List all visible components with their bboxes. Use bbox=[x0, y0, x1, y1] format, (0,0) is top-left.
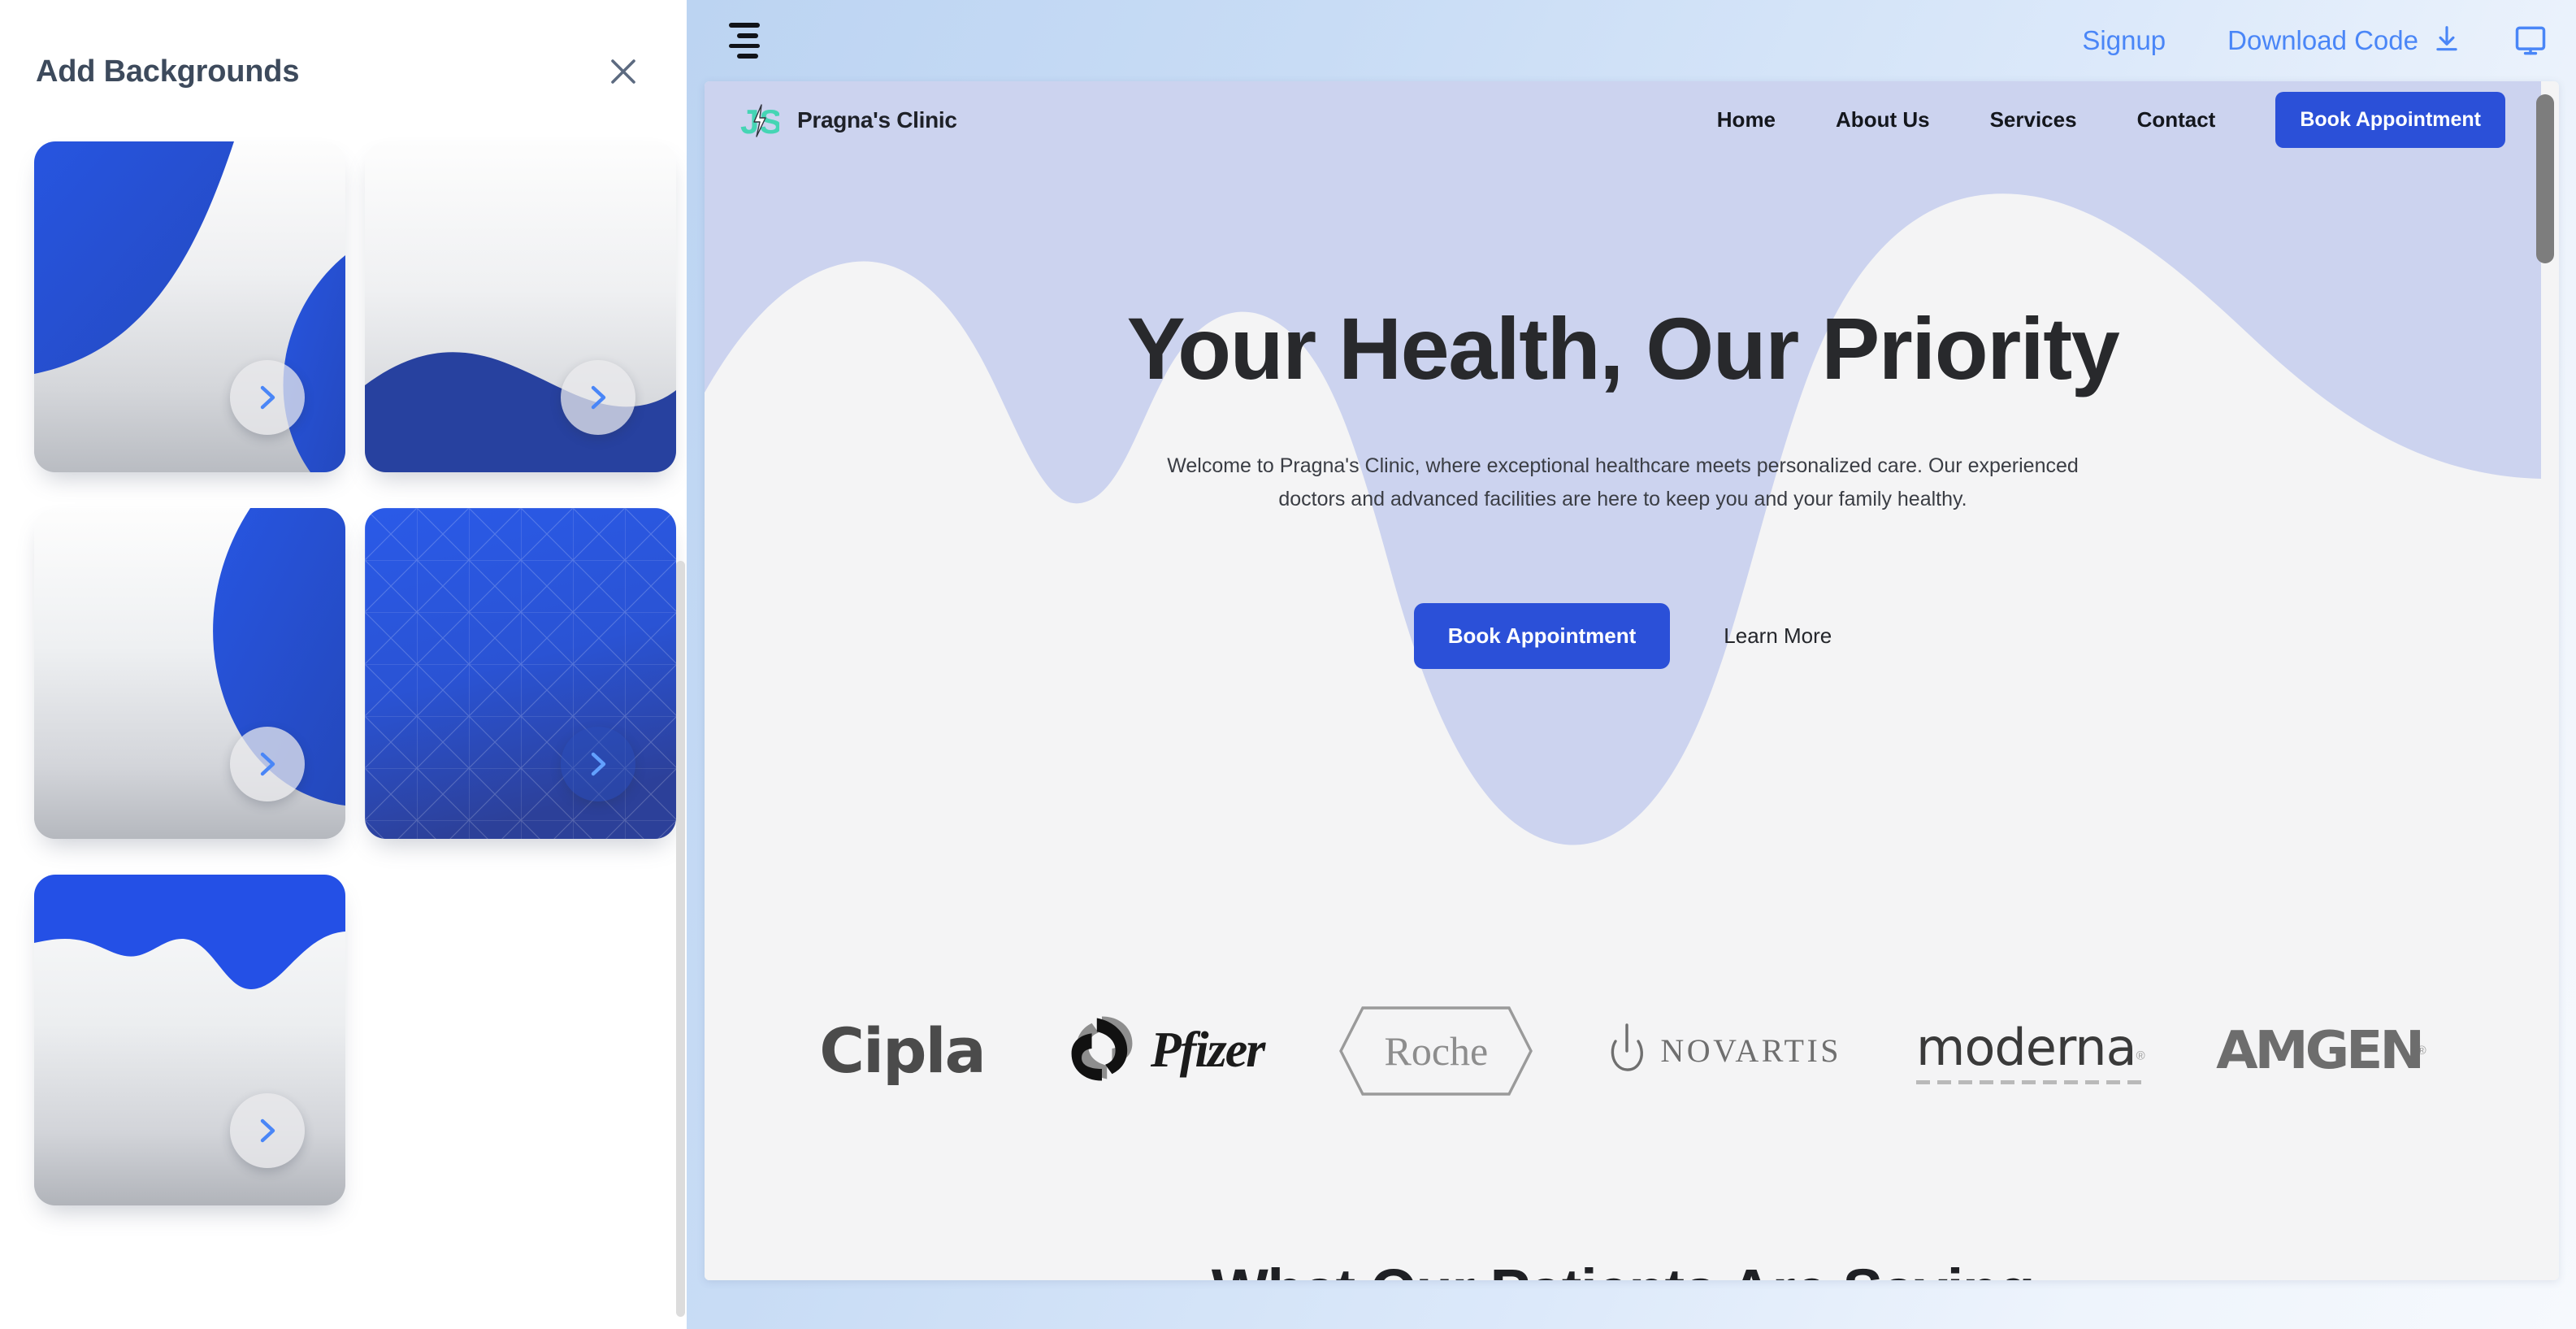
close-icon[interactable] bbox=[602, 50, 644, 93]
nav-link-contact[interactable]: Contact bbox=[2137, 107, 2216, 132]
cipla-logo[interactable]: Cipla bbox=[819, 1002, 987, 1100]
partner-logo-strip: Cipla Pfizer Roche NOVARTIS moderna® AMG… bbox=[705, 894, 2541, 1207]
hero-section: Your Health, Our Priority Welcome to Pra… bbox=[705, 159, 2541, 894]
hero-title: Your Health, Our Priority bbox=[1126, 299, 2120, 397]
panel-scrollbar-thumb[interactable] bbox=[676, 561, 685, 1317]
download-code-button[interactable]: Download Code bbox=[2227, 24, 2462, 59]
testimonials-title: What Our Patients Are Saying bbox=[705, 1256, 2541, 1280]
roche-logo-text: Roche bbox=[1384, 1027, 1489, 1074]
brand-name: Pragna's Clinic bbox=[797, 106, 957, 132]
preview-scrollbar-thumb[interactable] bbox=[2536, 94, 2554, 263]
amgen-logo[interactable]: AMGEN ® bbox=[2216, 1002, 2426, 1100]
background-thumbnail-5[interactable] bbox=[34, 875, 345, 1205]
download-code-label: Download Code bbox=[2227, 25, 2418, 55]
page-title: Add Backgrounds bbox=[36, 54, 300, 89]
moderna-logo-text: moderna bbox=[1916, 1017, 2137, 1077]
amgen-logo-text: AMGEN bbox=[2215, 1020, 2425, 1081]
signup-button[interactable]: Signup bbox=[2082, 25, 2166, 56]
roche-logo[interactable]: Roche bbox=[1338, 1002, 1533, 1100]
background-thumbnail-2[interactable] bbox=[365, 141, 676, 472]
moderna-logo[interactable]: moderna® bbox=[1916, 1002, 2145, 1100]
novartis-logo-text: NOVARTIS bbox=[1660, 1032, 1842, 1069]
chevron-right-icon[interactable] bbox=[230, 360, 305, 435]
novartis-logo[interactable]: NOVARTIS bbox=[1608, 1002, 1841, 1100]
pfizer-swirl-icon bbox=[1060, 1006, 1144, 1095]
nav-link-home[interactable]: Home bbox=[1717, 107, 1776, 132]
blue-triangle-mesh-icon bbox=[365, 508, 676, 839]
hero-subtitle: Welcome to Pragna's Clinic, where except… bbox=[1167, 454, 2079, 510]
desktop-monitor-icon[interactable] bbox=[2513, 23, 2548, 59]
nav-link-services[interactable]: Services bbox=[1990, 107, 2077, 132]
blue-petal-right-icon bbox=[34, 508, 345, 839]
js-lightning-logo-icon: JS bbox=[740, 101, 782, 141]
blue-wave-bottom-icon bbox=[365, 141, 676, 472]
stage-actions: Signup Download Code bbox=[2082, 23, 2576, 59]
hero-content: Your Health, Our Priority Welcome to Pra… bbox=[705, 159, 2541, 669]
hero-learn-more-button[interactable]: Learn More bbox=[1724, 623, 1832, 649]
background-thumbnail-4[interactable] bbox=[365, 508, 676, 839]
trademark-mark: ® bbox=[2136, 1049, 2145, 1063]
chevron-right-icon[interactable] bbox=[561, 727, 635, 801]
download-icon bbox=[2431, 24, 2462, 59]
pfizer-logo[interactable]: Pfizer bbox=[1060, 1002, 1266, 1100]
chevron-right-icon[interactable] bbox=[230, 727, 305, 801]
testimonials-section: What Our Patients Are Saying bbox=[705, 1207, 2541, 1280]
panel-scrollbar[interactable] bbox=[674, 0, 687, 1329]
site-navbar: JS Pragna's Clinic Home About Us Service… bbox=[705, 81, 2541, 159]
moderna-dashed-rule bbox=[1916, 1079, 2145, 1084]
hero-cta-group: Book Appointment Learn More bbox=[705, 603, 2541, 669]
app-root: Add Backgrounds Signup Download Code Pra… bbox=[0, 0, 2576, 1329]
novartis-flame-icon bbox=[1608, 1023, 1646, 1078]
background-thumbnail-grid bbox=[0, 93, 687, 1205]
hamburger-menu-icon[interactable] bbox=[729, 23, 768, 59]
nav-book-appointment-button[interactable]: Book Appointment bbox=[2275, 92, 2505, 148]
hero-book-appointment-button[interactable]: Book Appointment bbox=[1413, 603, 1671, 669]
brand[interactable]: JS Pragna's Clinic bbox=[740, 101, 957, 141]
website-preview-frame: JS Pragna's Clinic Home About Us Service… bbox=[705, 81, 2559, 1280]
add-backgrounds-panel: Add Backgrounds bbox=[0, 0, 687, 1329]
stage-toolbar: Signup Download Code bbox=[687, 0, 2576, 81]
blue-wave-top-icon bbox=[34, 875, 345, 1205]
blue-blob-left-icon bbox=[34, 141, 345, 472]
preview-stage: Signup Download Code Pragna's Clinic Hom… bbox=[687, 0, 2576, 1329]
background-thumbnail-1[interactable] bbox=[34, 141, 345, 472]
previewed-website: JS Pragna's Clinic Home About Us Service… bbox=[705, 81, 2541, 1280]
site-nav-links: Home About Us Services Contact Book Appo… bbox=[1717, 92, 2505, 148]
pfizer-logo-text: Pfizer bbox=[1150, 1023, 1266, 1078]
nav-link-about-us[interactable]: About Us bbox=[1836, 107, 1930, 132]
cipla-logo-text: Cipla bbox=[819, 1014, 987, 1087]
background-thumbnail-3[interactable] bbox=[34, 508, 345, 839]
panel-header: Add Backgrounds bbox=[0, 0, 687, 93]
chevron-right-icon[interactable] bbox=[230, 1093, 305, 1168]
chevron-right-icon[interactable] bbox=[561, 360, 635, 435]
